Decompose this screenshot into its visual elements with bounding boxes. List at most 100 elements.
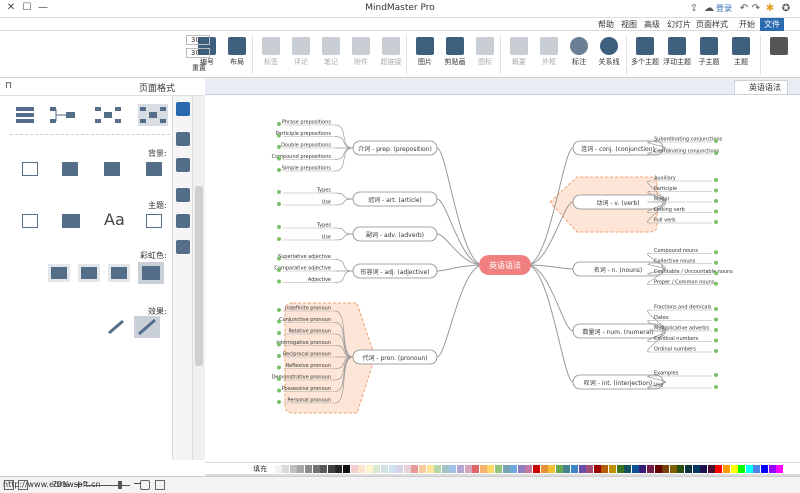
effect-option-1[interactable] xyxy=(106,318,126,336)
expand-icon[interactable] xyxy=(714,271,718,276)
expand-icon[interactable] xyxy=(277,388,281,393)
color-swatch[interactable] xyxy=(609,465,616,473)
subtopic-label[interactable]: Collective nouns xyxy=(654,258,696,264)
comment-button[interactable]: 评论 xyxy=(286,35,316,75)
expand-icon[interactable] xyxy=(277,308,281,312)
outline-view-icon[interactable] xyxy=(4,480,14,490)
mark-button[interactable]: 图标 xyxy=(470,35,500,75)
color-swatch[interactable] xyxy=(289,465,297,473)
color-swatch[interactable] xyxy=(745,465,753,473)
color-swatch[interactable] xyxy=(343,465,350,473)
color-swatch[interactable] xyxy=(365,465,373,473)
background-option-1[interactable] xyxy=(22,162,38,176)
color-swatch[interactable] xyxy=(411,465,419,473)
reset-button[interactable]: 重置 xyxy=(192,63,206,73)
redo-icon[interactable]: ↷ xyxy=(750,3,762,15)
subtopic-label[interactable]: Reflexive pronoun xyxy=(286,363,331,369)
color-swatch[interactable] xyxy=(601,465,609,473)
multiple-topics-button[interactable]: 多个主题 xyxy=(630,35,660,75)
expand-icon[interactable] xyxy=(277,354,281,358)
expand-icon[interactable] xyxy=(714,307,718,311)
spacing-spinner-1[interactable]: 30 xyxy=(186,35,210,45)
theme-option-1[interactable] xyxy=(22,214,38,228)
color-swatch[interactable] xyxy=(540,465,548,473)
panel-scrollbar[interactable] xyxy=(192,96,205,460)
fit-page-icon[interactable] xyxy=(155,480,165,490)
color-swatch[interactable] xyxy=(274,465,282,473)
share-icon[interactable]: ⇪ xyxy=(688,3,700,15)
background-option-4[interactable] xyxy=(146,162,162,176)
floating-topic-button[interactable]: 浮动主题 xyxy=(662,35,692,75)
expand-icon[interactable] xyxy=(277,377,281,381)
rainbow-option-2[interactable] xyxy=(78,264,100,282)
color-swatch[interactable] xyxy=(738,465,746,473)
subtopic-label[interactable]: Use xyxy=(322,200,331,206)
hyperlink-button[interactable]: 超链接 xyxy=(376,35,406,75)
expand-icon[interactable] xyxy=(714,385,718,389)
branch-topic-label[interactable]: 代词 - pron. (pronoun) xyxy=(363,354,428,362)
tag-button[interactable]: 标签 xyxy=(256,35,286,75)
subtopic-label[interactable]: Modal xyxy=(654,197,669,203)
color-swatch[interactable] xyxy=(479,465,487,473)
color-swatch[interactable] xyxy=(426,465,434,473)
color-swatch[interactable] xyxy=(525,465,533,473)
subtopic-label[interactable]: Linking verb xyxy=(654,207,685,213)
subtopic-label[interactable]: Multiplicative adverbs xyxy=(654,326,709,332)
color-swatch[interactable] xyxy=(692,465,700,473)
layout-option-left[interactable] xyxy=(50,106,76,124)
color-swatch[interactable] xyxy=(700,465,708,473)
expand-icon[interactable] xyxy=(277,156,281,161)
color-swatch[interactable] xyxy=(776,465,784,473)
subtopic-label[interactable]: Coordinating conjunctions xyxy=(654,149,720,155)
subtopic-label[interactable]: Subordinating conjunctions xyxy=(654,137,723,143)
layout-option-selected[interactable] xyxy=(138,104,168,126)
subtopic-label[interactable]: Examples xyxy=(654,371,679,377)
color-swatch[interactable] xyxy=(662,465,670,473)
boundary-button[interactable]: 外框 xyxy=(534,35,564,75)
color-swatch[interactable] xyxy=(753,465,761,473)
tab-page-style[interactable]: 页面样式 xyxy=(692,18,732,31)
subtopic-button[interactable]: 子主题 xyxy=(694,35,724,75)
color-swatch[interactable] xyxy=(533,465,540,473)
cloud-icon[interactable]: ☁ xyxy=(703,3,715,15)
subtopic-label[interactable]: Personal pronoun xyxy=(287,398,331,404)
expand-icon[interactable] xyxy=(714,250,718,255)
attachment-button[interactable]: 附件 xyxy=(346,35,376,75)
expand-icon[interactable] xyxy=(277,268,281,272)
branch-topic-label[interactable]: 形容词 - adj. (adjective) xyxy=(360,268,429,276)
expand-icon[interactable] xyxy=(714,317,718,322)
color-swatch[interactable] xyxy=(593,465,601,473)
subtopic-label[interactable]: Types xyxy=(316,188,331,194)
branch-topic-label[interactable]: 连词 - conj. (conjunction) xyxy=(581,145,655,153)
expand-icon[interactable] xyxy=(277,122,281,126)
color-swatch[interactable] xyxy=(419,465,426,473)
subtopic-label[interactable]: Simple prepositions xyxy=(282,166,332,172)
branch-topic-label[interactable]: 名词 - n. (nouns) xyxy=(594,266,642,274)
subtopic-label[interactable]: Phrase prepositions xyxy=(282,120,332,126)
background-option-3[interactable] xyxy=(104,162,120,176)
login-link[interactable]: 登录 xyxy=(716,3,732,14)
rainbow-option-3[interactable] xyxy=(108,264,130,282)
settings-icon[interactable]: ✱ xyxy=(764,3,776,15)
callout-button[interactable]: 标注 xyxy=(564,35,594,75)
expand-icon[interactable] xyxy=(277,342,281,347)
tab-file[interactable]: 文件 xyxy=(760,18,784,31)
color-swatch[interactable] xyxy=(616,465,624,473)
subtopic-label[interactable]: Fractions and demicals xyxy=(654,305,712,311)
rainbow-option-1[interactable] xyxy=(48,264,70,282)
style-icon[interactable] xyxy=(176,132,190,146)
subtopic-label[interactable]: Countable / Uncountable nouns xyxy=(654,269,733,275)
expand-icon[interactable] xyxy=(277,319,281,324)
color-swatch[interactable] xyxy=(631,465,639,473)
expand-icon[interactable] xyxy=(714,349,718,353)
outline-icon[interactable] xyxy=(176,188,190,202)
subtopic-label[interactable]: Auxiliary xyxy=(654,176,676,182)
image-button[interactable]: 图片 xyxy=(410,35,440,75)
color-swatch[interactable] xyxy=(457,465,464,473)
subtopic-label[interactable]: Participle xyxy=(654,186,677,192)
mindmap-canvas[interactable]: 英语语法 介词 - prep. (preposition) Phrase prepo… xyxy=(205,95,800,460)
theme-button[interactable]: 主题 xyxy=(726,35,756,75)
color-swatch[interactable] xyxy=(677,465,685,473)
subtopic-label[interactable]: Adjective xyxy=(308,277,331,283)
document-tab[interactable]: 英语语法 xyxy=(734,80,788,94)
